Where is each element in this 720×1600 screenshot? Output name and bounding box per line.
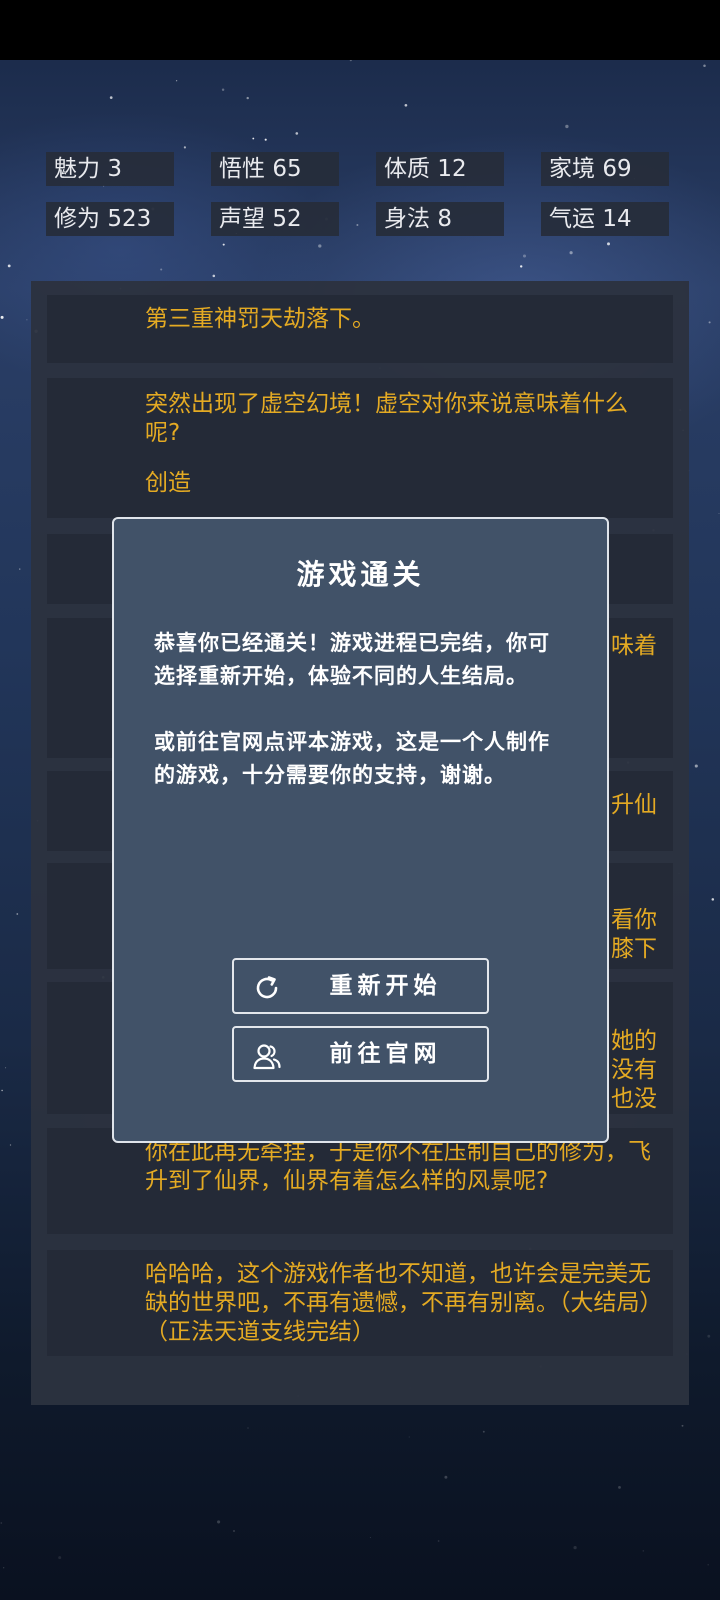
log-entry-text: 哈哈哈，这个游戏作者也不知道，也许会是完美无缺的世界吧，不再有遗憾，不再有别离。… — [145, 1261, 651, 1345]
star — [1, 1089, 3, 1092]
star — [519, 265, 523, 268]
star — [247, 1427, 249, 1429]
star — [618, 1486, 621, 1489]
log-entry-text: 你在此再无牵挂，于是你不在压制自己的修为，飞升到了仙界，仙界有着怎么样的风景呢? — [145, 1139, 651, 1194]
log-entry: 突然出现了虚空幻境！虚空对你来说意味着什么呢? 创造 — [47, 378, 673, 518]
star — [264, 138, 267, 141]
stat-family: 家境 69 — [541, 152, 669, 186]
star — [295, 132, 299, 135]
star — [252, 137, 255, 140]
star — [404, 103, 408, 107]
star — [522, 254, 527, 258]
status-bar — [0, 0, 720, 60]
star — [217, 1520, 221, 1524]
stat-agility: 身法 8 — [376, 202, 504, 236]
star — [703, 64, 706, 68]
star — [221, 88, 225, 91]
stat-value: 69 — [602, 156, 632, 182]
star — [642, 1550, 645, 1552]
stat-label: 家境 — [549, 156, 595, 182]
dialog-message-paragraph: 或前往官网点评本游戏，这是一个人制作的游戏，十分需要你的支持，谢谢。 — [154, 730, 550, 787]
star — [565, 124, 569, 129]
stat-value: 12 — [437, 156, 467, 182]
log-entry: 第三重神罚天劫落下。 — [47, 295, 673, 363]
star — [7, 264, 11, 268]
stat-label: 魅力 — [54, 156, 100, 182]
refresh-icon — [256, 976, 278, 999]
official-website-button[interactable]: 前往官网 — [232, 1026, 489, 1082]
star — [9, 1144, 12, 1146]
star — [708, 321, 711, 324]
stat-reputation: 声望 52 — [211, 202, 339, 236]
star — [569, 251, 573, 255]
restart-button-label: 重新开始 — [329, 973, 442, 999]
dialog-message: 恭喜你已经通关！游戏进程已完结，你可选择重新开始，体验不同的人生结局。 或前往官… — [154, 627, 554, 792]
star — [3, 1567, 5, 1569]
star — [246, 96, 249, 100]
dialog-message-paragraph: 恭喜你已经通关！游戏进程已完结，你可选择重新开始，体验不同的人生结局。 — [154, 631, 550, 688]
star — [369, 1537, 371, 1539]
star — [318, 244, 322, 248]
star — [19, 568, 21, 570]
users-icon — [253, 1044, 281, 1070]
star — [711, 898, 715, 901]
stat-label: 气运 — [549, 206, 595, 232]
log-entry-text: 第三重神罚天劫落下。 — [145, 306, 375, 332]
game-complete-dialog: 游戏通关 恭喜你已经通关！游戏进程已完结，你可选择重新开始，体验不同的人生结局。… — [112, 517, 609, 1143]
dialog-title: 游戏通关 — [296, 558, 425, 591]
log-entry-choice: 创造 — [145, 470, 191, 496]
stat-label: 修为 — [54, 206, 100, 232]
star — [232, 1529, 236, 1533]
stat-value: 8 — [437, 206, 452, 232]
stat-comprehension: 悟性 65 — [211, 152, 339, 186]
star — [16, 913, 19, 915]
official-website-button-label: 前往官网 — [329, 1041, 442, 1067]
star — [444, 1475, 448, 1479]
star — [26, 319, 28, 321]
star — [607, 242, 610, 246]
star — [482, 1430, 485, 1433]
star — [109, 96, 113, 99]
restart-button[interactable]: 重新开始 — [232, 958, 489, 1014]
stat-value: 523 — [107, 206, 152, 232]
star — [718, 512, 720, 515]
star — [175, 80, 178, 82]
star — [212, 274, 216, 278]
stat-label: 体质 — [384, 156, 430, 182]
stat-label: 悟性 — [219, 156, 265, 182]
stat-value: 65 — [272, 156, 302, 182]
star — [408, 1436, 410, 1438]
star — [573, 1545, 577, 1550]
stat-charm: 魅力 3 — [46, 152, 174, 186]
stat-physique: 体质 12 — [376, 152, 504, 186]
star — [356, 224, 359, 226]
stat-label: 声望 — [219, 206, 265, 232]
log-entry: 哈哈哈，这个游戏作者也不知道，也许会是完美无缺的世界吧，不再有遗憾，不再有别离。… — [47, 1250, 673, 1356]
stat-value: 14 — [602, 206, 632, 232]
star — [437, 1540, 440, 1542]
star — [160, 268, 163, 271]
star — [58, 1556, 62, 1560]
stat-cultivation: 修为 523 — [46, 202, 174, 236]
log-entry-text: 突然出现了虚空幻境！虚空对你来说意味着什么呢? — [145, 391, 628, 446]
star — [0, 1522, 3, 1524]
stat-luck: 气运 14 — [541, 202, 669, 236]
stat-value: 52 — [272, 206, 302, 232]
star — [681, 1424, 684, 1427]
star — [694, 764, 698, 768]
star — [707, 1334, 711, 1338]
star — [0, 315, 4, 319]
star — [5, 1067, 7, 1069]
star — [183, 146, 186, 149]
stat-value: 3 — [107, 156, 122, 182]
star — [349, 60, 352, 62]
log-entry: 你在此再无牵挂，于是你不在压制自己的修为，飞升到了仙界，仙界有着怎么样的风景呢? — [47, 1128, 673, 1234]
star — [707, 1563, 710, 1566]
stat-label: 身法 — [384, 206, 430, 232]
star — [222, 243, 225, 246]
